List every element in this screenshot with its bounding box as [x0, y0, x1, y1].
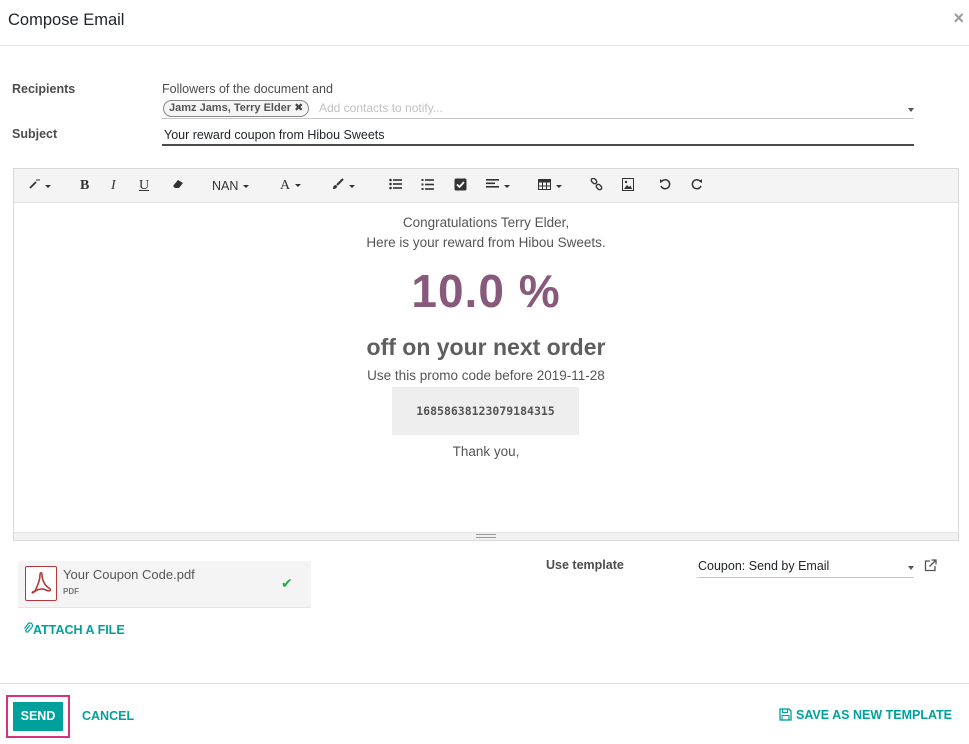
cancel-button[interactable]: CANCEL	[82, 709, 134, 723]
recipients-field[interactable]: Jamz Jams, Terry Elder ✖ Add contacts to …	[162, 99, 914, 119]
attachment-name: Your Coupon Code.pdf	[63, 567, 195, 582]
followers-text: Followers of the document and	[162, 82, 333, 96]
ordered-list-icon[interactable]	[421, 178, 434, 195]
attachment-ext: PDF	[63, 587, 79, 596]
link-icon[interactable]	[590, 177, 603, 195]
resize-handle[interactable]	[14, 532, 958, 540]
recipient-tag-label: Jamz Jams, Terry Elder	[169, 102, 292, 114]
paint-brush-icon[interactable]	[332, 178, 355, 194]
use-template-label: Use template	[546, 558, 624, 572]
font-size-dropdown[interactable]: NAN	[212, 178, 249, 194]
external-link-icon[interactable]	[924, 559, 937, 577]
recipient-tag[interactable]: Jamz Jams, Terry Elder ✖	[163, 100, 310, 117]
subject-label: Subject	[12, 127, 58, 141]
italic-button[interactable]: I	[111, 178, 116, 194]
promo-code: 16858638123079184315	[392, 387, 579, 435]
greeting-text: Congratulations Terry Elder,	[402, 215, 570, 230]
redo-icon[interactable]	[691, 178, 703, 194]
check-icon: ✔	[281, 575, 293, 591]
dialog-footer: SEND CANCEL SAVE AS NEW TEMPLATE	[0, 683, 969, 744]
recipients-label: Recipients	[12, 82, 76, 96]
dialog-title: Compose Email	[8, 11, 125, 29]
editor-toolbar: B I U NAN A	[14, 169, 958, 203]
template-value: Coupon: Send by Email	[698, 559, 830, 573]
closing-text: Thank you,	[452, 444, 520, 459]
image-icon[interactable]	[622, 178, 634, 195]
close-icon[interactable]: ×	[953, 8, 964, 29]
remove-tag-icon[interactable]: ✖	[294, 102, 303, 114]
grip-icon	[476, 534, 496, 538]
paragraph-align-icon[interactable]	[486, 178, 510, 194]
chevron-down-icon[interactable]	[908, 108, 914, 112]
send-button[interactable]: SEND	[13, 702, 63, 731]
intro-text: Here is your reward from Hibou Sweets.	[366, 235, 606, 250]
attach-file-label: ATTACH A FILE	[33, 623, 125, 637]
pdf-file-icon	[25, 566, 57, 601]
unordered-list-icon[interactable]	[389, 178, 402, 194]
template-select[interactable]: Coupon: Send by Email	[697, 558, 914, 578]
recipients-input[interactable]: Add contacts to notify...	[319, 101, 443, 115]
attachment-item[interactable]: Your Coupon Code.pdf PDF ✔	[18, 561, 311, 608]
chevron-down-icon[interactable]	[908, 566, 914, 570]
offer-heading: off on your next order	[366, 334, 606, 360]
html-editor: B I U NAN A Congratulations Terry Elder,…	[13, 168, 959, 541]
checklist-icon[interactable]	[454, 178, 467, 195]
send-highlight: SEND	[6, 695, 70, 738]
magic-wand-icon[interactable]	[28, 178, 51, 194]
save-template-label: SAVE AS NEW TEMPLATE	[796, 708, 953, 722]
font-color-dropdown[interactable]: A	[280, 178, 301, 194]
promo-text: Use this promo code before 2019-11-28	[367, 368, 605, 383]
bold-button[interactable]: B	[80, 178, 89, 194]
email-body[interactable]: Congratulations Terry Elder, Here is you…	[14, 204, 958, 532]
attach-file-button[interactable]: ATTACH A FILE	[23, 622, 125, 637]
undo-icon[interactable]	[659, 178, 671, 194]
paperclip-icon	[23, 622, 34, 637]
table-icon[interactable]	[538, 178, 562, 194]
underline-button[interactable]: U	[139, 178, 149, 194]
discount-value: 10.0 %	[411, 265, 561, 317]
eraser-icon[interactable]	[171, 178, 185, 194]
dialog-header: Compose Email ×	[0, 0, 969, 46]
subject-input[interactable]: Your reward coupon from Hibou Sweets	[162, 126, 914, 146]
save-as-template-button[interactable]: SAVE AS NEW TEMPLATE	[779, 708, 952, 722]
floppy-disk-icon	[779, 708, 792, 721]
